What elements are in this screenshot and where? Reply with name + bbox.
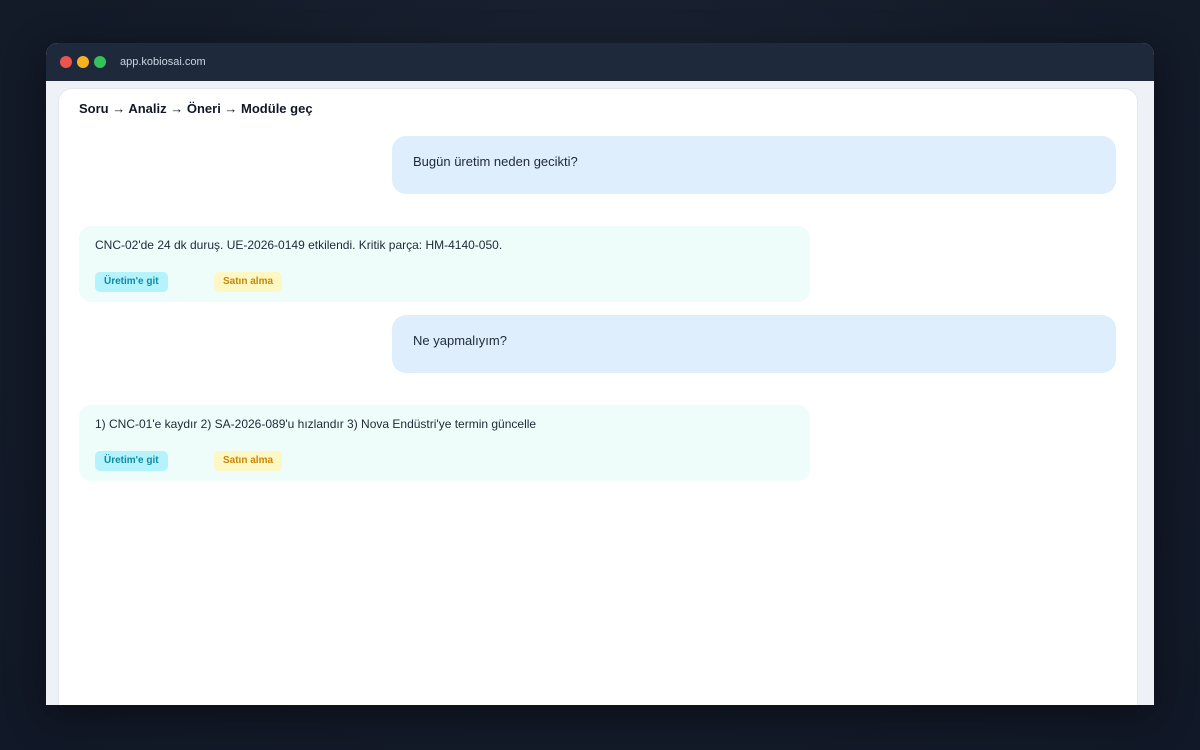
close-window-button[interactable] bbox=[60, 56, 72, 68]
assistant-message: CNC-02'de 24 dk duruş. UE-2026-0149 etki… bbox=[79, 226, 810, 302]
app-content: Soru → Analiz → Öneri → Modüle geç Bugün… bbox=[46, 81, 1154, 705]
go-to-purchasing-button[interactable]: Satın alma bbox=[214, 451, 283, 471]
chat-panel: Soru → Analiz → Öneri → Modüle geç Bugün… bbox=[58, 88, 1138, 705]
assistant-message: 1) CNC-01'e kaydır 2) SA-2026-089'u hızl… bbox=[79, 405, 810, 481]
message-text: 1) CNC-01'e kaydır 2) SA-2026-089'u hızl… bbox=[95, 417, 537, 431]
message-text: Ne yapmalıyım? bbox=[413, 333, 507, 348]
message-text: Bugün üretim neden gecikti? bbox=[413, 154, 578, 169]
go-to-production-button[interactable]: Üretim'e git bbox=[95, 451, 168, 471]
minimize-window-button[interactable] bbox=[77, 56, 89, 68]
title-bar: app.kobiosai.com bbox=[46, 43, 1154, 81]
browser-window: app.kobiosai.com Soru → Analiz → Öneri →… bbox=[46, 43, 1154, 705]
go-to-purchasing-button[interactable]: Satın alma bbox=[214, 272, 283, 292]
go-to-production-button[interactable]: Üretim'e git bbox=[95, 272, 168, 292]
maximize-window-button[interactable] bbox=[94, 56, 106, 68]
message-text: CNC-02'de 24 dk duruş. UE-2026-0149 etki… bbox=[95, 238, 503, 252]
address-url[interactable]: app.kobiosai.com bbox=[120, 56, 206, 68]
user-message: Ne yapmalıyım? bbox=[392, 315, 1116, 373]
user-message: Bugün üretim neden gecikti? bbox=[392, 136, 1116, 194]
breadcrumb: Soru → Analiz → Öneri → Modüle geç bbox=[79, 101, 313, 116]
